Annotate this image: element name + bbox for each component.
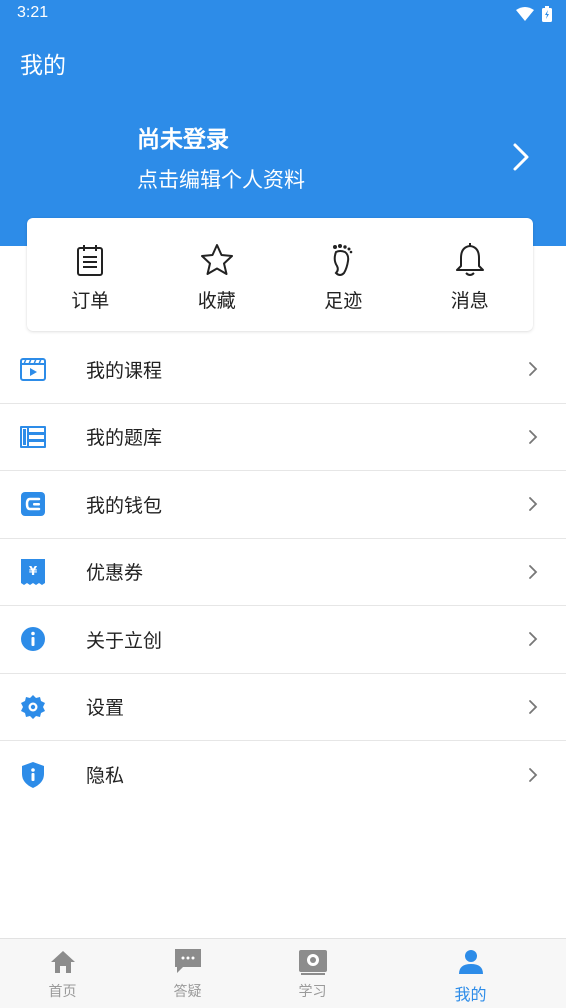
gear-icon (21, 694, 45, 719)
quick-label-order: 订单 (71, 290, 110, 312)
status-time: 3:21 (17, 4, 49, 21)
chevron-right-icon (529, 699, 538, 714)
info-icon (21, 627, 45, 652)
wallet-icon (21, 492, 45, 517)
bottom-nav: 首页 答疑 学习 我的 (0, 938, 566, 1008)
nav-item-study[interactable]: 学习 (250, 939, 375, 1008)
nav-item-qa[interactable]: 答疑 (125, 939, 250, 1008)
menu-label-question-bank: 我的题库 (86, 427, 163, 450)
nav-item-home[interactable]: 首页 (0, 939, 125, 1008)
menu-item-wallet[interactable]: 我的钱包 (0, 471, 566, 539)
status-icons (516, 5, 552, 23)
chevron-right-icon (529, 429, 538, 444)
menu-item-settings[interactable]: 设置 (0, 674, 566, 741)
screen: 3:21 我的 尚未登录 点击编辑个人资料 订单 收藏 足迹 消息 我的课程 我… (0, 0, 566, 1008)
course-video-icon (20, 358, 46, 382)
star-icon (200, 244, 233, 275)
chevron-right-icon (529, 767, 538, 782)
menu-label-wallet: 我的钱包 (86, 494, 163, 517)
chevron-right-icon[interactable] (512, 142, 530, 172)
profile-section[interactable]: 尚未登录 点击编辑个人资料 (0, 112, 566, 202)
menu-item-coupons[interactable]: ¥ 优惠券 (0, 539, 566, 606)
menu-label-privacy: 隐私 (86, 765, 125, 788)
quick-label-favorites: 收藏 (197, 290, 236, 312)
quick-item-order[interactable]: 订单 (27, 218, 154, 331)
header: 3:21 我的 尚未登录 点击编辑个人资料 (0, 0, 566, 246)
home-icon (50, 951, 75, 973)
nav-item-mine[interactable]: 我的 (408, 939, 533, 1008)
menu-list: 我的课程 我的题库 我的钱包 ¥ 优惠券 关于立创 设置 隐私 (0, 336, 566, 809)
quick-label-messages: 消息 (450, 290, 489, 312)
person-icon (458, 950, 483, 974)
quick-item-footprint[interactable]: 足迹 (280, 218, 407, 331)
profile-subtitle: 点击编辑个人资料 (137, 168, 305, 192)
chevron-right-icon (529, 632, 538, 647)
menu-label-about: 关于立创 (86, 629, 163, 652)
svg-text:¥: ¥ (29, 564, 38, 578)
menu-label-my-courses: 我的课程 (86, 359, 163, 382)
menu-item-privacy[interactable]: 隐私 (0, 741, 566, 809)
chevron-right-icon (529, 362, 538, 377)
footprint-icon (333, 244, 353, 276)
shield-icon (22, 761, 44, 788)
study-icon (298, 950, 327, 975)
quick-item-favorites[interactable]: 收藏 (154, 218, 281, 331)
menu-item-about[interactable]: 关于立创 (0, 606, 566, 674)
status-bar: 3:21 (0, 0, 566, 28)
chevron-right-icon (529, 564, 538, 579)
nav-label-qa: 答疑 (173, 984, 202, 1000)
menu-item-question-bank[interactable]: 我的题库 (0, 404, 566, 471)
battery-icon (542, 6, 552, 22)
page-title: 我的 (20, 53, 66, 79)
menu-item-my-courses[interactable]: 我的课程 (0, 336, 566, 404)
chat-icon (174, 949, 201, 973)
chevron-right-icon (529, 497, 538, 512)
menu-label-settings: 设置 (86, 697, 125, 720)
quick-label-footprint: 足迹 (324, 290, 363, 312)
quick-item-messages[interactable]: 消息 (407, 218, 534, 331)
nav-label-mine: 我的 (454, 985, 487, 1004)
question-bank-icon (20, 425, 46, 448)
profile-name: 尚未登录 (137, 127, 229, 153)
order-icon (77, 245, 104, 276)
wifi-icon (516, 7, 534, 21)
nav-label-home: 首页 (48, 984, 77, 1000)
nav-label-study: 学习 (298, 984, 327, 1000)
quick-actions-card: 订单 收藏 足迹 消息 (27, 218, 533, 331)
coupon-icon: ¥ (21, 558, 45, 585)
bell-icon (455, 243, 484, 276)
menu-label-coupons: 优惠券 (86, 562, 144, 585)
